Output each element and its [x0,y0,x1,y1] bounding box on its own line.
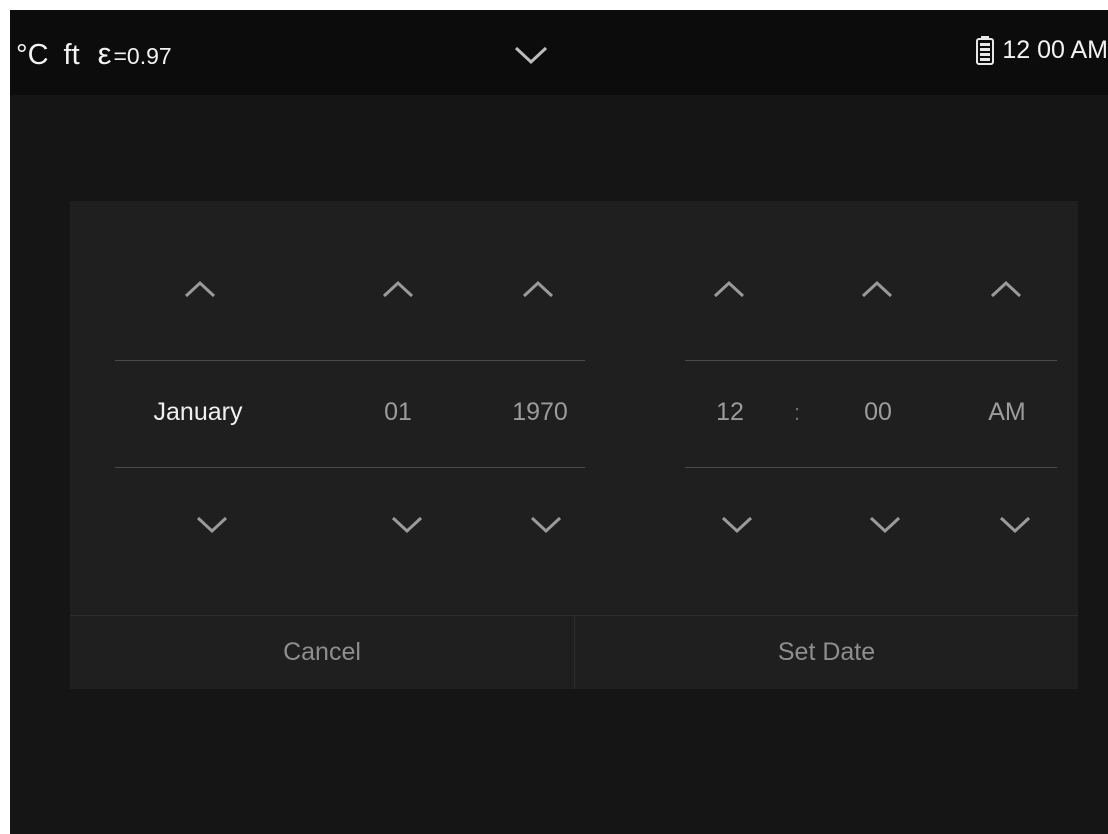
day-down-button[interactable] [385,502,429,546]
minute-down-button[interactable] [863,502,907,546]
chevron-up-icon [861,280,893,298]
set-date-button[interactable]: Set Date [575,616,1078,689]
meridiem-value[interactable]: AM [985,398,1029,427]
temperature-unit: °C [16,39,49,71]
date-selection-top-line [115,360,585,361]
cancel-button[interactable]: Cancel [70,616,575,689]
year-up-button[interactable] [516,266,560,310]
status-info: 12 00 AM [975,35,1108,65]
chevron-up-icon [713,280,745,298]
month-up-button[interactable] [178,266,222,310]
chevron-up-icon [522,280,554,298]
clock: 12 00 AM [1002,35,1108,64]
day-value[interactable]: 01 [376,398,420,427]
expand-menu-button[interactable] [510,39,552,69]
time-selection-top-line [685,360,1057,361]
battery-icon [976,36,995,65]
date-time-dialog: January 01 1970 12 : 00 AM Cancel Set Da… [70,201,1078,689]
status-bar: °C ft ε =0.97 12 00 AM [10,10,1108,95]
emissivity-symbol: ε [97,36,112,71]
day-up-button[interactable] [376,266,420,310]
chevron-up-icon [990,280,1022,298]
year-down-button[interactable] [524,502,568,546]
screen: °C ft ε =0.97 12 00 AM January 01 1970 1… [10,10,1108,834]
year-value[interactable]: 1970 [510,398,570,427]
measurement-settings[interactable]: °C ft ε =0.97 [16,36,172,72]
date-selection-bottom-line [115,467,585,468]
chevron-down-icon [196,516,228,534]
chevron-down-icon [999,516,1031,534]
month-value[interactable]: January [148,398,248,427]
chevron-down-icon [391,516,423,534]
chevron-down-icon [514,46,548,65]
hour-down-button[interactable] [715,502,759,546]
distance-unit: ft [63,39,80,71]
chevron-up-icon [382,280,414,298]
hour-up-button[interactable] [707,266,751,310]
chevron-down-icon [721,516,753,534]
minute-up-button[interactable] [855,266,899,310]
hour-value[interactable]: 12 [710,398,750,427]
month-down-button[interactable] [190,502,234,546]
chevron-down-icon [869,516,901,534]
meridiem-down-button[interactable] [993,502,1037,546]
minute-value[interactable]: 00 [858,398,898,427]
chevron-up-icon [184,280,216,298]
chevron-down-icon [530,516,562,534]
time-separator: : [794,400,801,425]
time-selection-bottom-line [685,467,1057,468]
emissivity-value: =0.97 [113,43,172,69]
meridiem-up-button[interactable] [984,266,1028,310]
